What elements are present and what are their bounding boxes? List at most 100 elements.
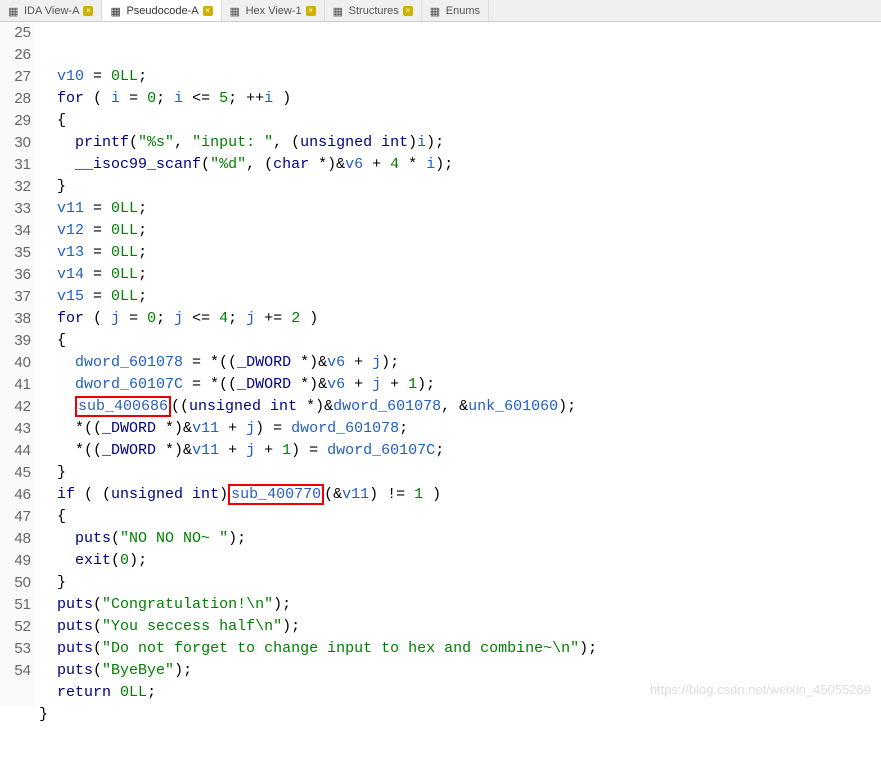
code-line[interactable]: v13 = 0LL;	[39, 242, 881, 264]
token-p: (	[84, 310, 111, 327]
line-number: 49	[0, 550, 31, 572]
function-call-highlighted: sub_400770	[228, 484, 324, 505]
code-line[interactable]: *((_DWORD *)&v11 + j + 1) = dword_60107C…	[39, 440, 881, 462]
token-var: v10	[57, 68, 84, 85]
line-number: 42	[0, 396, 31, 418]
code-line[interactable]: puts("NO NO NO~ ");	[39, 528, 881, 550]
code-line[interactable]: __isoc99_scanf("%d", (char *)&v6 + 4 * i…	[39, 154, 881, 176]
token-var: dword_601078	[333, 398, 441, 415]
code-area[interactable]: v10 = 0LL; for ( i = 0; i <= 5; ++i ) { …	[35, 22, 881, 706]
token-p: <=	[183, 310, 219, 327]
token-var: v11	[192, 442, 219, 459]
tab-icon: ▦	[430, 5, 442, 17]
token-p: ;	[138, 222, 147, 239]
code-line[interactable]: dword_601078 = *((_DWORD *)&v6 + j);	[39, 352, 881, 374]
token-kw: for	[57, 310, 84, 327]
tab-enums[interactable]: ▦ Enums	[422, 0, 489, 21]
code-line[interactable]: dword_60107C = *((_DWORD *)&v6 + j + 1);	[39, 374, 881, 396]
token-num: 5	[219, 90, 228, 107]
token-p: )	[300, 310, 318, 327]
line-number: 44	[0, 440, 31, 462]
token-p: (	[111, 552, 120, 569]
token-p: *)&	[309, 156, 345, 173]
code-line[interactable]: {	[39, 330, 881, 352]
token-p: +	[363, 156, 390, 173]
code-line[interactable]: if ( (unsigned int)sub_400770(&v11) != 1…	[39, 484, 881, 506]
token-p: (	[129, 134, 138, 151]
code-line[interactable]: }	[39, 704, 881, 726]
token-fn: puts	[57, 662, 93, 679]
token-p: *)&	[297, 398, 333, 415]
code-line[interactable]: puts("Do not forget to change input to h…	[39, 638, 881, 660]
close-icon[interactable]: ×	[203, 6, 213, 16]
token-kw: return	[57, 684, 111, 701]
tab-label: Structures	[349, 5, 399, 17]
token-kw: if	[57, 486, 75, 503]
token-p: ;	[138, 266, 147, 283]
line-number: 35	[0, 242, 31, 264]
line-number: 52	[0, 616, 31, 638]
token-p: );	[174, 662, 192, 679]
token-var: i	[174, 90, 183, 107]
close-icon[interactable]: ×	[403, 6, 413, 16]
code-line[interactable]: printf("%s", "input: ", (unsigned int)i)…	[39, 132, 881, 154]
code-line[interactable]: for ( j = 0; j <= 4; j += 2 )	[39, 308, 881, 330]
tab-icon: ▦	[8, 5, 20, 17]
token-p: , (	[273, 134, 300, 151]
token-type: _DWORD	[237, 354, 291, 371]
line-number: 30	[0, 132, 31, 154]
tab-structures[interactable]: ▦ Structures ×	[325, 0, 422, 21]
token-p: (	[111, 530, 120, 547]
code-line[interactable]: }	[39, 572, 881, 594]
code-line[interactable]: v11 = 0LL;	[39, 198, 881, 220]
token-type: _DWORD	[102, 420, 156, 437]
line-number: 39	[0, 330, 31, 352]
token-var: v11	[192, 420, 219, 437]
token-p: *((	[75, 420, 102, 437]
code-line[interactable]: v15 = 0LL;	[39, 286, 881, 308]
code-line[interactable]: }	[39, 462, 881, 484]
token-var: j	[246, 310, 255, 327]
token-fn: puts	[57, 596, 93, 613]
tab-hex-view[interactable]: ▦ Hex View-1 ×	[222, 0, 325, 21]
token-p: *)&	[291, 376, 327, 393]
line-number: 40	[0, 352, 31, 374]
token-p: =	[84, 222, 111, 239]
code-line[interactable]: puts("You seccess half\n");	[39, 616, 881, 638]
tab-pseudocode[interactable]: ▦ Pseudocode-A ×	[102, 0, 221, 21]
code-line[interactable]: v14 = 0LL;	[39, 264, 881, 286]
code-line[interactable]: for ( i = 0; i <= 5; ++i )	[39, 88, 881, 110]
code-line[interactable]: {	[39, 506, 881, 528]
token-kw: unsigned int	[111, 486, 219, 503]
token-p: =	[84, 288, 111, 305]
token-fn: puts	[75, 530, 111, 547]
line-number: 26	[0, 44, 31, 66]
token-p: );	[228, 530, 246, 547]
tab-icon: ▦	[230, 5, 242, 17]
tab-ida-view[interactable]: ▦ IDA View-A ×	[0, 0, 102, 21]
token-p	[111, 684, 120, 701]
code-line[interactable]: v12 = 0LL;	[39, 220, 881, 242]
code-line[interactable]: v10 = 0LL;	[39, 66, 881, 88]
token-p: ) =	[291, 442, 327, 459]
token-p: (	[93, 640, 102, 657]
token-kw: unsigned int	[300, 134, 408, 151]
token-var: i	[264, 90, 273, 107]
line-number: 29	[0, 110, 31, 132]
watermark: https://blog.csdn.net/weixin_45055269	[650, 679, 871, 701]
code-line[interactable]: exit(0);	[39, 550, 881, 572]
code-line[interactable]: *((_DWORD *)&v11 + j) = dword_601078;	[39, 418, 881, 440]
code-line[interactable]: puts("Congratulation!\n");	[39, 594, 881, 616]
token-str: "%s"	[138, 134, 174, 151]
token-p: );	[435, 156, 453, 173]
token-var: j	[246, 420, 255, 437]
code-line[interactable]: sub_400686((unsigned int *)&dword_601078…	[39, 396, 881, 418]
code-line[interactable]: }	[39, 176, 881, 198]
token-kw: char	[273, 156, 309, 173]
close-icon[interactable]: ×	[83, 6, 93, 16]
close-icon[interactable]: ×	[306, 6, 316, 16]
tab-label: Hex View-1	[246, 5, 302, 17]
code-line[interactable]: {	[39, 110, 881, 132]
token-var: i	[111, 90, 120, 107]
line-number: 31	[0, 154, 31, 176]
